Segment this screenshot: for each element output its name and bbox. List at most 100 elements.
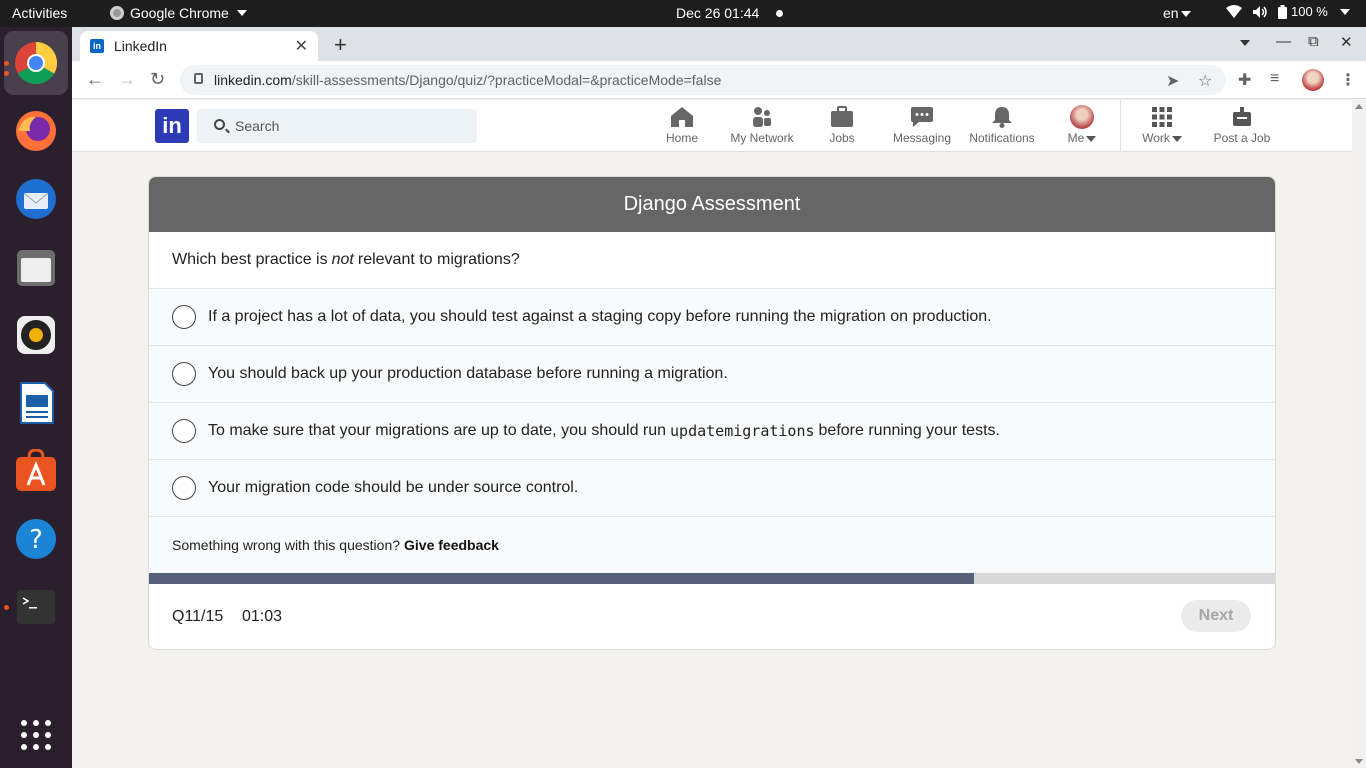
nav-my-network[interactable]: My Network xyxy=(722,106,802,150)
question-emphasis: not xyxy=(331,251,354,268)
answer-option-1[interactable]: If a project has a lot of data, you shou… xyxy=(149,289,1275,346)
chevron-down-icon xyxy=(236,10,247,16)
search-icon xyxy=(214,119,225,130)
nav-post-a-job[interactable]: Post a Job xyxy=(1202,106,1282,150)
tab-search-icon[interactable] xyxy=(1238,34,1250,51)
next-button[interactable]: Next xyxy=(1181,600,1251,632)
radio-button[interactable] xyxy=(172,419,196,443)
minimize-button[interactable]: — xyxy=(1276,33,1291,50)
chrome-icon xyxy=(110,6,124,20)
back-button[interactable]: ← xyxy=(86,69,104,90)
url-path: /skill-assessments/Django/quiz/?practice… xyxy=(291,72,722,88)
answer-text-pre: To make sure that your migrations are up… xyxy=(208,422,667,439)
tab-linkedin[interactable]: in LinkedIn ✕ xyxy=(80,31,318,61)
question-text: Which best practice is not relevant to m… xyxy=(149,232,1275,289)
running-indicator xyxy=(4,71,9,76)
address-bar[interactable]: linkedin.com/skill-assessments/Django/qu… xyxy=(180,65,1226,95)
dock: ? xyxy=(0,27,72,768)
running-indicator xyxy=(4,605,9,610)
battery-icon xyxy=(1278,4,1287,19)
dock-software-center[interactable] xyxy=(12,447,60,495)
files-icon xyxy=(17,250,55,286)
restore-button[interactable]: ⧉ xyxy=(1308,33,1319,50)
dock-terminal[interactable] xyxy=(12,583,60,631)
dock-rhythmbox[interactable] xyxy=(12,311,60,359)
answer-text: Your migration code should be under sour… xyxy=(208,479,579,496)
nav-jobs[interactable]: Jobs xyxy=(802,106,882,150)
chat-icon xyxy=(911,107,933,127)
nav-label: Notifications xyxy=(969,131,1035,145)
activities-button[interactable]: Activities xyxy=(12,5,67,21)
chevron-down-icon xyxy=(1180,11,1191,18)
search-input[interactable] xyxy=(235,109,465,143)
answer-option-3[interactable]: To make sure that your migrations are up… xyxy=(149,403,1275,460)
send-icon[interactable]: ➤ xyxy=(1166,71,1179,91)
feedback-prompt: Something wrong with this question? xyxy=(172,537,401,553)
notification-dot-icon xyxy=(776,10,783,17)
show-applications-button[interactable] xyxy=(12,711,60,759)
timer: 01:03 xyxy=(242,608,283,625)
extensions-icon[interactable]: ✚ xyxy=(1238,70,1251,90)
bookmark-star-icon[interactable]: ☆ xyxy=(1198,71,1212,91)
nav-work[interactable]: Work xyxy=(1122,106,1202,150)
app-menu[interactable]: Google Chrome xyxy=(110,5,247,21)
url-host: linkedin.com xyxy=(214,72,292,88)
scroll-up-arrow-icon[interactable] xyxy=(1355,104,1363,109)
dock-files[interactable] xyxy=(12,243,60,291)
scroll-down-arrow-icon[interactable] xyxy=(1355,759,1363,764)
radio-button[interactable] xyxy=(172,476,196,500)
page-scrollbar[interactable] xyxy=(1352,100,1366,768)
nav-label: Home xyxy=(665,131,698,145)
chevron-down-icon xyxy=(1339,8,1350,15)
dock-libreoffice-writer[interactable] xyxy=(12,379,60,427)
answer-option-2[interactable]: You should back up your production datab… xyxy=(149,346,1275,403)
dock-thunderbird[interactable] xyxy=(12,175,60,223)
nav-label: Jobs xyxy=(829,131,855,145)
dock-firefox[interactable] xyxy=(12,107,60,155)
language-indicator[interactable]: en xyxy=(1163,5,1191,21)
thunderbird-icon xyxy=(16,179,56,219)
forward-button[interactable]: → xyxy=(118,69,136,90)
answer-text-post: before running your tests. xyxy=(818,422,1000,439)
nav-notifications[interactable]: Notifications xyxy=(962,106,1042,150)
linkedin-logo[interactable]: in xyxy=(155,109,189,143)
lock-icon xyxy=(194,73,203,84)
answer-text: You should back up your production datab… xyxy=(208,365,728,382)
answer-text: If a project has a lot of data, you shou… xyxy=(208,308,992,325)
system-tray[interactable]: 100 % xyxy=(1226,4,1350,19)
tab-strip: in LinkedIn ✕ + — ⧉ ✕ xyxy=(72,27,1366,61)
nav-me[interactable]: Me xyxy=(1042,105,1122,150)
close-window-button[interactable]: ✕ xyxy=(1340,33,1353,51)
chevron-down-icon xyxy=(1171,135,1182,142)
card-footer: Q11/15 01:03 Next xyxy=(149,584,1275,649)
post-job-icon xyxy=(1233,107,1251,126)
avatar xyxy=(1070,105,1094,129)
profile-avatar[interactable] xyxy=(1302,69,1324,91)
assessment-title: Django Assessment xyxy=(149,177,1275,232)
media-control-icon[interactable]: ≡ xyxy=(1270,70,1279,88)
reload-button[interactable]: ↻ xyxy=(150,69,165,90)
linkedin-favicon-icon: in xyxy=(90,39,104,53)
dock-help[interactable]: ? xyxy=(12,515,60,563)
close-tab-icon[interactable]: ✕ xyxy=(295,36,308,56)
dock-chrome[interactable] xyxy=(4,31,68,95)
new-tab-button[interactable]: + xyxy=(334,32,347,58)
menu-kebab-icon[interactable]: ⋮ xyxy=(1340,70,1356,90)
nav-messaging[interactable]: Messaging xyxy=(882,106,962,150)
tab-title: LinkedIn xyxy=(114,38,167,54)
system-top-bar: Activities Google Chrome Dec 26 01:44 en… xyxy=(0,0,1366,27)
progress-bar xyxy=(149,573,1275,584)
give-feedback-link[interactable]: Give feedback xyxy=(404,537,499,553)
bell-icon xyxy=(992,107,1012,128)
question-suffix: relevant to migrations? xyxy=(357,251,520,268)
radio-button[interactable] xyxy=(172,362,196,386)
answer-option-4[interactable]: Your migration code should be under sour… xyxy=(149,460,1275,517)
search-box[interactable] xyxy=(197,109,477,143)
clock[interactable]: Dec 26 01:44 xyxy=(676,5,759,21)
radio-button[interactable] xyxy=(172,305,196,329)
progress-fill xyxy=(149,573,975,584)
volume-icon xyxy=(1253,5,1267,18)
nav-home[interactable]: Home xyxy=(642,106,722,150)
battery-status: 100 % xyxy=(1278,4,1328,19)
feedback-row: Something wrong with this question? Give… xyxy=(149,517,1275,573)
